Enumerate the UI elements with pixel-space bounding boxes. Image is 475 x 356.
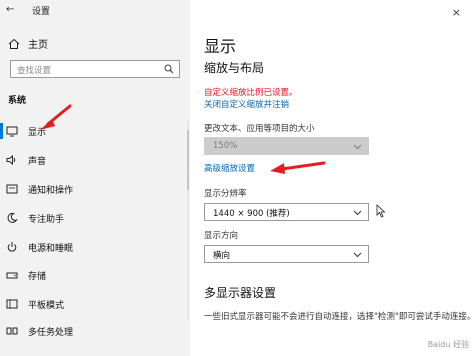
sidebar-item-notifications[interactable]: 通知和操作 [0,180,190,198]
app-title: 设置 [32,7,51,17]
orientation-label: 显示方向 [204,231,239,241]
orientation-dropdown[interactable]: 横向 [204,245,369,263]
back-arrow-icon[interactable]: ← [6,4,14,15]
close-icon[interactable]: × [452,6,461,19]
sidebar-item-label: 声音 [28,157,47,167]
sidebar-item-sound[interactable]: 声音 [0,151,190,169]
monitor-icon [6,126,18,137]
section-heading-scale: 缩放与布局 [204,61,265,75]
sidebar-item-display[interactable]: 显示 [0,122,190,140]
sidebar-item-home[interactable]: 主页 [8,36,48,51]
sidebar: ← 设置 主页 查找设置 系统 显示 声音 通知和操作 专注助手 电源和睡眠 存… [0,0,190,356]
home-icon [8,38,20,49]
resolution-value: 1440 × 900 (推荐) [213,209,290,219]
selection-indicator [0,123,3,139]
sidebar-item-label: 专注助手 [28,215,65,225]
search-input[interactable]: 查找设置 [10,60,180,78]
main-panel: × 显示 缩放与布局 自定义缩放比例已设置。 关闭自定义缩放并注销 更改文本、应… [190,0,475,356]
storage-icon [6,272,18,279]
section-title: 系统 [8,96,27,106]
moon-icon [7,212,18,223]
sidebar-item-tablet-mode[interactable]: 平板模式 [0,295,190,313]
sidebar-item-power[interactable]: 电源和睡眠 [0,238,190,256]
speaker-icon [6,154,16,166]
power-icon [7,242,17,252]
scrollbar[interactable] [187,120,189,320]
custom-scale-warning: 自定义缩放比例已设置。 [204,88,298,98]
sidebar-item-label: 多任务处理 [28,328,74,338]
orientation-value: 横向 [213,251,231,261]
chevron-down-icon [353,210,362,216]
turn-off-custom-scale-link[interactable]: 关闭自定义缩放并注销 [204,98,289,110]
resolution-dropdown[interactable]: 1440 × 900 (推荐) [204,203,369,221]
sidebar-item-focus-assist[interactable]: 专注助手 [0,209,190,227]
scale-dropdown: 150% [204,137,369,155]
sidebar-item-label: 主页 [28,40,48,51]
tablet-icon [6,299,18,309]
watermark: Baidu 经验 [427,340,469,349]
multitask-icon [6,327,18,335]
sidebar-item-storage[interactable]: 存储 [0,266,190,284]
chevron-down-icon [353,252,362,258]
section-heading-multi-display: 多显示器设置 [204,286,277,300]
notification-icon [6,184,18,194]
scale-value: 150% [213,141,238,151]
resolution-label: 显示分辨率 [204,189,247,199]
sidebar-item-label: 存储 [28,272,47,282]
sidebar-item-label: 平板模式 [28,301,65,311]
annotation-arrow [270,161,326,174]
sidebar-item-label: 电源和睡眠 [28,244,74,254]
sidebar-item-label: 通知和操作 [28,186,74,196]
mouse-cursor-icon [376,204,386,218]
sidebar-item-multitasking[interactable]: 多任务处理 [0,322,190,340]
scale-label: 更改文本、应用等项目的大小 [204,124,315,134]
chevron-down-icon [353,144,362,150]
search-placeholder: 查找设置 [17,66,52,76]
page-title: 显示 [204,37,237,56]
search-icon [164,64,174,74]
multi-display-description: 一些旧式显示器可能不会进行自动连接，选择"检测"即可尝试手动连接。 [204,312,475,322]
sidebar-item-label: 显示 [28,128,47,138]
scrollbar-thumb[interactable] [187,130,189,190]
advanced-scaling-link[interactable]: 高级缩放设置 [204,162,255,174]
